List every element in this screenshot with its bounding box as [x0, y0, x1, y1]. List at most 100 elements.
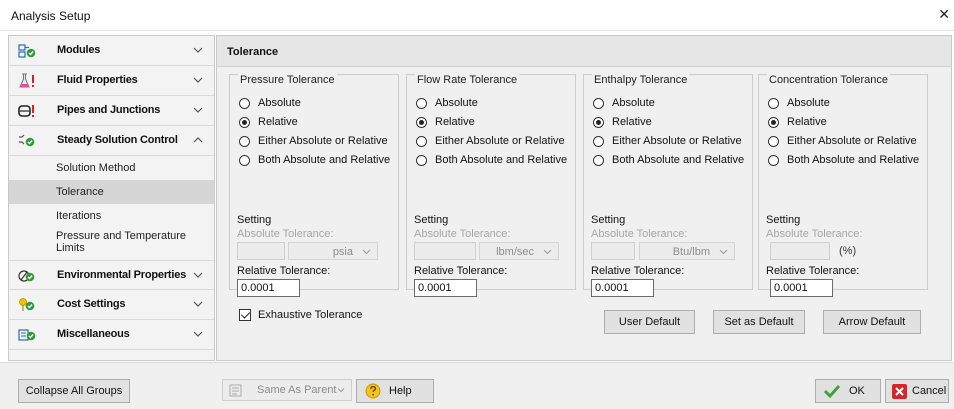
sidebar-group-environmental-properties[interactable]: Environmental Properties	[9, 260, 214, 290]
radio-button[interactable]	[593, 135, 604, 147]
sidebar-item-solution-method[interactable]: Solution Method	[9, 156, 214, 180]
chevron-down-icon[interactable]	[193, 75, 203, 85]
sidebar-item-iterations[interactable]: Iterations	[9, 204, 214, 228]
radio-button[interactable]	[416, 97, 427, 109]
radio-button[interactable]	[416, 154, 427, 166]
environment-icon	[18, 270, 35, 282]
radio-label: Either Absolute or Relative	[787, 135, 917, 147]
chevron-down-icon	[543, 249, 552, 255]
group-title: Flow Rate Tolerance	[415, 74, 520, 86]
relative-tolerance-input[interactable]: 0.0001	[237, 279, 300, 297]
absolute-tolerance-label: Absolute Tolerance:	[591, 228, 688, 240]
sidebar-group-cost-settings[interactable]: Cost Settings	[9, 290, 214, 320]
radio-both[interactable]: Both Absolute and Relative	[416, 153, 567, 167]
radio-button[interactable]	[768, 97, 779, 109]
radio-absolute[interactable]: Absolute	[416, 96, 478, 110]
solution-control-icon	[19, 134, 35, 147]
radio-button[interactable]	[239, 135, 250, 147]
radio-relative[interactable]: Relative	[416, 115, 475, 129]
radio-button[interactable]	[239, 154, 250, 166]
set-as-default-button[interactable]: Set as Default	[713, 310, 805, 334]
radio-button[interactable]	[416, 135, 427, 147]
chevron-down-icon[interactable]	[193, 329, 203, 339]
panel-header: Tolerance	[217, 36, 951, 67]
sidebar-item-pressure-temperature-limits[interactable]: Pressure and Temperature Limits	[9, 228, 214, 260]
sidebar-group-pipes-and-junctions[interactable]: Pipes and Junctions	[9, 96, 214, 126]
radio-both[interactable]: Both Absolute and Relative	[593, 153, 744, 167]
radio-button[interactable]	[239, 97, 250, 109]
group-title: Concentration Tolerance	[767, 74, 891, 86]
radio-either[interactable]: Either Absolute or Relative	[416, 134, 565, 148]
group-title: Pressure Tolerance	[238, 74, 337, 86]
chevron-down-icon[interactable]	[193, 299, 203, 309]
sidebar-group-label: Modules	[57, 44, 101, 56]
relative-tolerance-input[interactable]: 0.0001	[414, 279, 477, 297]
radio-either[interactable]: Either Absolute or Relative	[593, 134, 742, 148]
chevron-down-icon[interactable]	[193, 105, 203, 115]
sidebar-item-tolerance[interactable]: Tolerance	[9, 180, 214, 204]
checkbox[interactable]	[239, 309, 251, 321]
absolute-tolerance-input[interactable]	[770, 242, 830, 260]
ok-button[interactable]: OK	[815, 379, 881, 403]
radio-relative[interactable]: Relative	[239, 115, 298, 129]
sidebar-group-miscellaneous[interactable]: Miscellaneous	[9, 320, 214, 350]
radio-absolute[interactable]: Absolute	[593, 96, 655, 110]
close-window-button[interactable]: ✕	[938, 6, 950, 23]
chevron-down-icon[interactable]	[193, 270, 203, 280]
chevron-down-icon[interactable]	[193, 45, 203, 55]
radio-absolute[interactable]: Absolute	[768, 96, 830, 110]
radio-label: Both Absolute and Relative	[435, 154, 568, 166]
relative-tolerance-label: Relative Tolerance:	[237, 265, 331, 277]
relative-tolerance-input[interactable]: 0.0001	[770, 279, 833, 297]
radio-absolute[interactable]: Absolute	[239, 96, 301, 110]
exhaustive-tolerance-checkbox[interactable]: Exhaustive Tolerance	[239, 309, 362, 321]
relative-tolerance-label: Relative Tolerance:	[591, 265, 685, 277]
unit-dropdown[interactable]: psia	[288, 242, 378, 260]
help-button[interactable]: Help	[356, 379, 434, 403]
sidebar-group-label: Pipes and Junctions	[57, 104, 161, 116]
sidebar-group-modules[interactable]: Modules	[9, 36, 214, 66]
radio-label: Relative	[787, 116, 827, 128]
title-bar: Analysis Setup ✕	[0, 0, 954, 31]
radio-button[interactable]	[593, 154, 604, 166]
absolute-tolerance-label: Absolute Tolerance:	[414, 228, 511, 240]
radio-either[interactable]: Either Absolute or Relative	[768, 134, 917, 148]
sidebar-group-steady-solution-control[interactable]: Steady Solution Control	[9, 126, 214, 156]
absolute-tolerance-input[interactable]	[414, 242, 476, 260]
absolute-tolerance-input[interactable]	[237, 242, 285, 260]
radio-both[interactable]: Both Absolute and Relative	[768, 153, 919, 167]
parent-icon	[229, 384, 242, 397]
radio-both[interactable]: Both Absolute and Relative	[239, 153, 390, 167]
radio-label: Absolute	[435, 97, 478, 109]
radio-label: Relative	[435, 116, 475, 128]
radio-label: Relative	[258, 116, 298, 128]
unit-value: Btu/lbm	[672, 246, 710, 258]
collapse-all-groups-button[interactable]: Collapse All Groups	[18, 379, 130, 403]
radio-button[interactable]	[768, 116, 779, 128]
radio-label: Absolute	[787, 97, 830, 109]
radio-button[interactable]	[239, 116, 250, 128]
cancel-button[interactable]: Cancel	[885, 379, 949, 403]
radio-button[interactable]	[768, 154, 779, 166]
chevron-up-icon[interactable]	[193, 135, 203, 145]
setting-label: Setting	[414, 214, 449, 226]
radio-either[interactable]: Either Absolute or Relative	[239, 134, 388, 148]
unit-value: lbm/sec	[496, 246, 534, 258]
sidebar-group-fluid-properties[interactable]: Fluid Properties	[9, 66, 214, 96]
unit-dropdown[interactable]: lbm/sec	[479, 242, 559, 260]
absolute-tolerance-input[interactable]	[591, 242, 635, 260]
radio-button[interactable]	[593, 116, 604, 128]
unit-dropdown[interactable]: Btu/lbm	[639, 242, 735, 260]
radio-button[interactable]	[593, 97, 604, 109]
radio-button[interactable]	[416, 116, 427, 128]
arrow-default-button[interactable]: Arrow Default	[823, 310, 921, 334]
radio-relative[interactable]: Relative	[768, 115, 827, 129]
radio-button[interactable]	[768, 135, 779, 147]
user-default-button[interactable]: User Default	[604, 310, 695, 334]
radio-relative[interactable]: Relative	[593, 115, 652, 129]
radio-label: Relative	[612, 116, 652, 128]
radio-label: Absolute	[258, 97, 301, 109]
relative-tolerance-input[interactable]: 0.0001	[591, 279, 654, 297]
sidebar-item-label: Pressure and Temperature Limits	[56, 230, 187, 254]
same-as-parent-dropdown[interactable]: Same As Parent	[222, 379, 352, 401]
